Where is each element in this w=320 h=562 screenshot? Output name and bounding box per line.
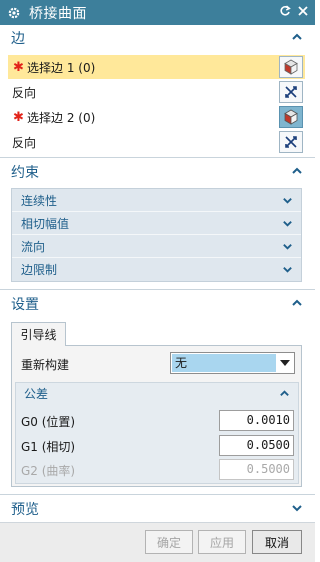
- constraint-edge-limits[interactable]: 边限制: [12, 258, 301, 281]
- divider: [0, 494, 315, 495]
- constraint-flow-direction[interactable]: 流向: [12, 235, 301, 258]
- window-title: 桥接曲面: [29, 5, 87, 22]
- constraints-section-header[interactable]: 约束: [0, 160, 315, 184]
- tolerance-input-g2: 0.5000: [219, 459, 294, 480]
- tolerance-input-g0[interactable]: 0.0010: [219, 410, 294, 431]
- apply-button[interactable]: 应用: [198, 530, 246, 554]
- dialog-button-bar: 确定 应用 取消: [0, 522, 315, 562]
- rebuild-label: 重新构建: [21, 358, 70, 372]
- select-edge-1-label: 选择边 1 (0): [27, 60, 96, 75]
- constraint-label: 边限制: [21, 263, 58, 277]
- preview-section-title: 预览: [11, 502, 39, 518]
- tolerance-group: 公差 G0 (位置) 0.0010 G1 (相切) 0.0500 G2 (曲率)…: [15, 382, 299, 484]
- cancel-button[interactable]: 取消: [252, 530, 302, 554]
- reset-icon[interactable]: [279, 5, 291, 20]
- rebuild-selected-value: 无: [172, 354, 276, 372]
- chevron-up-icon[interactable]: [291, 165, 303, 177]
- tolerance-row-g2: G2 (曲率) 0.5000: [21, 459, 294, 481]
- reverse-2-row: 反向: [8, 130, 305, 154]
- chevron-down-icon[interactable]: [282, 241, 293, 252]
- required-star-icon: ✱: [13, 59, 24, 75]
- chevron-up-icon[interactable]: [291, 31, 303, 43]
- reverse-direction-2-button[interactable]: [279, 131, 303, 153]
- chevron-down-icon[interactable]: [282, 218, 293, 229]
- select-edge-1-row[interactable]: ✱ 选择边 1 (0): [8, 55, 305, 79]
- chevron-up-icon[interactable]: [279, 388, 290, 399]
- constraints-section-title: 约束: [11, 165, 39, 181]
- cube-icon: [284, 109, 298, 125]
- chevron-down-icon[interactable]: [280, 360, 290, 366]
- chevron-down-icon[interactable]: [282, 195, 293, 206]
- constraint-label: 相切幅值: [21, 216, 70, 231]
- ok-button[interactable]: 确定: [145, 530, 193, 554]
- divider: [0, 289, 315, 290]
- gear-icon[interactable]: [7, 6, 21, 20]
- constraint-label: 流向: [21, 239, 46, 254]
- rebuild-dropdown[interactable]: 无: [170, 352, 295, 374]
- select-edge-2-label: 选择边 2 (0): [27, 110, 96, 125]
- edge-select-cube-button[interactable]: [279, 56, 303, 78]
- select-edge-2-row[interactable]: ✱ 选择边 2 (0): [8, 105, 305, 129]
- tolerance-label-g1: G1 (相切): [21, 440, 76, 454]
- chevron-down-icon[interactable]: [291, 502, 303, 514]
- constraints-group: 连续性 相切幅值 流向 边限制: [11, 188, 302, 282]
- tolerance-row-g0: G0 (位置) 0.0010: [21, 410, 294, 432]
- edges-section-header[interactable]: 边: [0, 26, 315, 50]
- divider: [0, 157, 315, 158]
- cube-icon: [284, 59, 298, 75]
- constraint-label: 连续性: [21, 193, 58, 208]
- tab-guide-lines[interactable]: 引导线: [11, 322, 66, 346]
- reverse-1-label: 反向: [12, 85, 37, 100]
- tolerance-input-g1[interactable]: 0.0500: [219, 435, 294, 456]
- reverse-1-row: 反向: [8, 80, 305, 104]
- required-star-icon: ✱: [13, 109, 24, 125]
- chevron-down-icon[interactable]: [282, 264, 293, 275]
- title-bar: 桥接曲面: [0, 0, 315, 25]
- preview-section-header[interactable]: 预览: [0, 497, 315, 521]
- constraint-tangent-magnitude[interactable]: 相切幅值: [12, 212, 301, 235]
- reverse-direction-1-button[interactable]: [279, 81, 303, 103]
- settings-section-title: 设置: [11, 297, 39, 313]
- chevron-up-icon[interactable]: [291, 297, 303, 309]
- reverse-direction-icon: [285, 136, 297, 148]
- tolerance-header[interactable]: 公差: [16, 383, 298, 405]
- edge-select-cube-button[interactable]: [279, 106, 303, 128]
- tolerance-label-g2: G2 (曲率): [21, 464, 76, 478]
- constraint-continuity[interactable]: 连续性: [12, 189, 301, 212]
- tolerance-title: 公差: [24, 387, 49, 401]
- reverse-2-label: 反向: [12, 135, 37, 150]
- reverse-direction-icon: [285, 86, 297, 98]
- close-icon[interactable]: [297, 5, 309, 20]
- settings-section-header[interactable]: 设置: [0, 292, 315, 316]
- edges-section-title: 边: [11, 31, 25, 47]
- tolerance-row-g1: G1 (相切) 0.0500: [21, 435, 294, 457]
- tolerance-label-g0: G0 (位置): [21, 415, 76, 429]
